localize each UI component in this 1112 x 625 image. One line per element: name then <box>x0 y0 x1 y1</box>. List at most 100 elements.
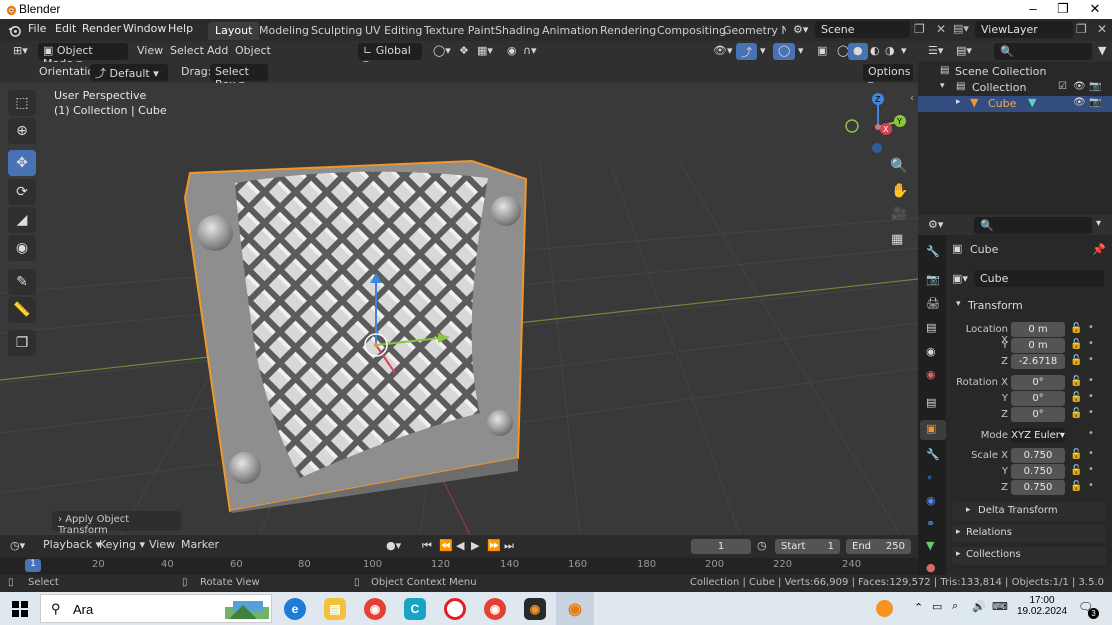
collections-panel[interactable]: ▸ Collections <box>952 547 1106 565</box>
delta-transform-panel[interactable]: ▸ Delta Transform <box>952 503 1106 521</box>
properties-editor-icon[interactable]: ⚙▾ <box>928 218 943 231</box>
tray-app-icon[interactable] <box>876 600 893 617</box>
keyframe-dot-icon[interactable]: • <box>1088 338 1094 349</box>
clock[interactable]: 17:00 19.02.2024 <box>1016 595 1068 617</box>
auto-keying-icon[interactable]: ●▾ <box>386 539 401 552</box>
blender-menu-icon[interactable] <box>8 24 21 37</box>
chrome-icon[interactable]: ◉ <box>364 598 386 620</box>
lock-icon[interactable]: 🔓 <box>1070 376 1082 387</box>
properties-search-input[interactable]: 🔍 <box>974 217 1092 234</box>
lock-icon[interactable]: 🔓 <box>1070 408 1082 419</box>
rotation-x-field[interactable]: 0° <box>1011 375 1065 390</box>
menu-object[interactable]: Object <box>230 43 276 60</box>
lock-icon[interactable]: 🔓 <box>1070 465 1082 476</box>
edge-icon[interactable]: e <box>284 598 306 620</box>
new-scene-icon[interactable]: ❐ <box>914 22 925 36</box>
scene-icon[interactable]: ⚙▾ <box>793 23 808 36</box>
jump-start-icon[interactable]: ⏮ <box>422 539 432 553</box>
view-layer-icon[interactable]: ▤▾ <box>953 22 969 35</box>
menu-view[interactable]: View <box>132 43 168 60</box>
outliner-row-scene-collection[interactable]: ▤ Scene Collection <box>918 64 1112 80</box>
keyboard-icon[interactable]: ⌨ <box>992 600 1008 613</box>
world-tab-icon[interactable]: ◉ <box>926 368 936 381</box>
cursor-tool-icon[interactable]: ⊕ <box>8 118 36 144</box>
menu-marker[interactable]: Marker <box>176 537 224 554</box>
scene-tab-icon[interactable]: ◉ <box>926 345 936 358</box>
menu-help[interactable]: Help <box>168 22 193 35</box>
display-mode-icon[interactable]: ▤▾ <box>956 44 972 57</box>
outliner-search-input[interactable]: 🔍 <box>994 43 1092 60</box>
keyframe-dot-icon[interactable]: • <box>1088 407 1094 418</box>
clock-icon[interactable]: ◷ <box>757 539 767 552</box>
next-keyframe-icon[interactable]: ⏩ <box>487 539 501 552</box>
tray-overflow-icon[interactable]: ⌃ <box>914 601 923 614</box>
visibility-eye-icon[interactable]: 👁 <box>1073 81 1086 92</box>
battery-icon[interactable]: ▭ <box>932 600 942 613</box>
tab-geometry-nodes[interactable]: Geometry Noc <box>716 22 786 40</box>
lock-icon[interactable]: 🔓 <box>1070 339 1082 350</box>
data-tab-icon[interactable]: ▼ <box>926 539 934 552</box>
constraints-tab-icon[interactable]: ⚭ <box>926 517 935 530</box>
location-x-field[interactable]: 0 m <box>1011 322 1065 337</box>
visibility-eye-icon[interactable]: 👁 <box>1073 97 1086 108</box>
keyframe-dot-icon[interactable]: • <box>1088 464 1094 475</box>
shading-dropdown-icon[interactable]: ▾ <box>896 43 912 60</box>
scale-z-field[interactable]: 0.750 <box>1011 480 1065 495</box>
keyframe-dot-icon[interactable]: • <box>1088 480 1094 491</box>
3d-viewport[interactable]: ⬚ ⊕ ✥ ⟳ ◢ ◉ ✎ 📏 ❐ User Perspective (1) C… <box>0 83 918 535</box>
rotation-y-field[interactable]: 0° <box>1011 391 1065 406</box>
chrome-profile-icon[interactable]: ◉ <box>484 598 506 620</box>
rotation-z-field[interactable]: 0° <box>1011 407 1065 422</box>
play-reverse-icon[interactable]: ◀ <box>456 539 464 552</box>
menu-window[interactable]: Window <box>123 22 166 35</box>
zoom-icon[interactable]: 🔍 <box>890 158 907 174</box>
expand-icon[interactable]: ▸ <box>956 97 961 107</box>
gizmo-toggle-icon[interactable]: ⤴ <box>736 43 757 60</box>
scene-selector[interactable]: Scene <box>815 21 910 38</box>
keyframe-dot-icon[interactable]: • <box>1088 428 1094 439</box>
particles-tab-icon[interactable]: ∘ <box>926 471 933 484</box>
overlays-icon[interactable]: ◯ <box>773 43 796 60</box>
prev-keyframe-icon[interactable]: ⏪ <box>439 539 453 552</box>
keyframe-dot-icon[interactable]: • <box>1088 375 1094 386</box>
transform-orientation-selector[interactable]: ∟ Global ▾ <box>358 43 422 70</box>
timeline-ruler[interactable]: 1 20 40 60 80 100 120 140 160 180 200 22… <box>0 558 918 575</box>
transform-expand-icon[interactable]: ▾ <box>956 299 961 309</box>
transform-header[interactable]: Transform <box>968 299 1023 312</box>
pan-hand-icon[interactable]: ✋ <box>891 183 908 199</box>
windows-start-icon[interactable] <box>12 601 28 617</box>
lock-icon[interactable]: 🔓 <box>1070 481 1082 492</box>
menu-file[interactable]: File <box>28 22 46 35</box>
blender-launcher-icon[interactable]: ◉ <box>524 598 546 620</box>
menu-add[interactable]: Add <box>202 43 233 60</box>
file-explorer-icon[interactable]: ▤ <box>324 598 346 620</box>
start-frame-field[interactable]: Start 1 <box>775 539 840 554</box>
volume-icon[interactable]: 🔊 <box>972 600 986 613</box>
render-camera-icon[interactable]: 📷 <box>1089 97 1101 108</box>
filter-icon[interactable]: ▼ <box>1098 44 1106 57</box>
exclude-checkbox[interactable]: ☑ <box>1058 81 1067 92</box>
jump-end-icon[interactable]: ⏭ <box>504 539 514 553</box>
keyframe-dot-icon[interactable]: • <box>1088 354 1094 365</box>
tool-tab-icon[interactable]: 🔧 <box>926 245 940 258</box>
add-cube-tool-icon[interactable]: ❐ <box>8 330 36 356</box>
navigation-gizmo[interactable]: Z Y X <box>838 89 918 159</box>
object-datablock-icon[interactable]: ▣▾ <box>952 272 968 285</box>
annotate-tool-icon[interactable]: ✎ <box>8 269 36 295</box>
operator-panel[interactable]: › Apply Object Transform <box>52 511 181 535</box>
measure-tool-icon[interactable]: 📏 <box>8 297 36 323</box>
outliner-row-collection[interactable]: ▾ ▤ Collection ☑ 👁 📷 <box>918 80 1112 96</box>
overlays-dropdown-icon[interactable]: ▾ <box>793 43 809 60</box>
relations-panel[interactable]: ▸ Relations <box>952 525 1106 543</box>
view-layer-selector[interactable]: ViewLayer <box>975 21 1073 38</box>
output-tab-icon[interactable]: 🖨 <box>926 297 940 310</box>
scale-y-field[interactable]: 0.750 <box>1011 464 1065 479</box>
camera-view-icon[interactable]: 🎥 <box>891 207 907 222</box>
pivot-point-icon[interactable]: ◯▾ <box>428 43 456 60</box>
lock-icon[interactable]: 🔓 <box>1070 449 1082 460</box>
close-button[interactable]: ✕ <box>1080 1 1110 17</box>
menu-render[interactable]: Render <box>82 22 121 35</box>
opera-icon[interactable] <box>444 598 466 620</box>
menu-timeline-view[interactable]: View <box>144 537 180 554</box>
modifier-tab-icon[interactable]: 🔧 <box>926 448 940 461</box>
